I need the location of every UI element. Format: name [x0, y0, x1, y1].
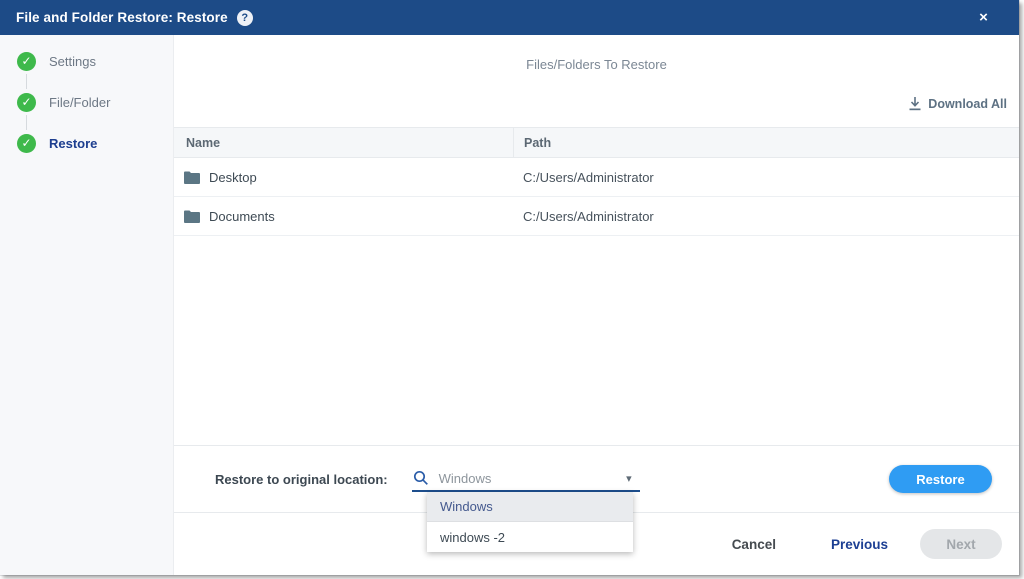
row-name-label: Desktop [209, 170, 257, 185]
row-name-cell: Desktop [174, 170, 513, 185]
dialog-titlebar: File and Folder Restore: Restore ? × [0, 0, 1019, 35]
next-button-disabled[interactable]: Next [920, 529, 1002, 559]
search-icon [413, 470, 429, 486]
cancel-button[interactable]: Cancel [732, 537, 776, 552]
sidebar-step-file-folder[interactable]: ✓ File/Folder [0, 92, 173, 112]
restore-button[interactable]: Restore [889, 465, 992, 493]
sidebar-step-label: File/Folder [49, 95, 110, 110]
row-path-cell: C:/Users/Administrator [513, 209, 1019, 224]
dropdown-option-windows[interactable]: Windows [427, 492, 633, 522]
check-circle-icon: ✓ [17, 52, 36, 71]
row-name-cell: Documents [174, 209, 513, 224]
restore-location-select[interactable]: Windows ▾ [412, 466, 640, 492]
restore-location-label: Restore to original location: [215, 472, 388, 487]
chevron-down-icon: ▾ [626, 472, 632, 485]
check-circle-icon: ✓ [17, 93, 36, 112]
help-icon[interactable]: ? [237, 10, 253, 26]
previous-button[interactable]: Previous [831, 537, 888, 552]
step-connector-line [26, 115, 27, 130]
row-name-label: Documents [209, 209, 275, 224]
folder-icon [184, 210, 200, 223]
download-all-button[interactable]: Download All [909, 97, 1007, 111]
table-row-documents[interactable]: Documents C:/Users/Administrator [174, 197, 1019, 236]
file-folder-restore-dialog: File and Folder Restore: Restore ? × ✓ S… [0, 0, 1019, 575]
step-connector-line [26, 74, 27, 89]
wizard-sidebar: ✓ Settings ✓ File/Folder ✓ Restore [0, 35, 174, 575]
table-row-desktop[interactable]: Desktop C:/Users/Administrator [174, 158, 1019, 197]
download-all-label: Download All [928, 97, 1007, 111]
download-icon [909, 97, 921, 111]
row-path-cell: C:/Users/Administrator [513, 170, 1019, 185]
select-current-value: Windows [439, 471, 492, 486]
close-icon[interactable]: × [979, 9, 988, 26]
table-header: Name Path [174, 127, 1019, 158]
content-top-area: Files/Folders To Restore Download All [174, 35, 1019, 127]
dialog-title: File and Folder Restore: Restore [16, 10, 228, 25]
sidebar-step-label: Restore [49, 136, 97, 151]
location-dropdown-menu: Windows windows -2 [427, 492, 633, 552]
check-circle-icon: ✓ [17, 134, 36, 153]
sidebar-step-label: Settings [49, 54, 96, 69]
column-header-path[interactable]: Path [513, 128, 1019, 157]
column-header-name[interactable]: Name [174, 128, 513, 157]
dropdown-option-windows-2[interactable]: windows -2 [427, 522, 633, 552]
sidebar-step-restore[interactable]: ✓ Restore [0, 133, 173, 153]
table-empty-space [174, 236, 1019, 445]
page-title: Files/Folders To Restore [174, 57, 1019, 72]
folder-icon [184, 171, 200, 184]
sidebar-step-settings[interactable]: ✓ Settings [0, 51, 173, 71]
